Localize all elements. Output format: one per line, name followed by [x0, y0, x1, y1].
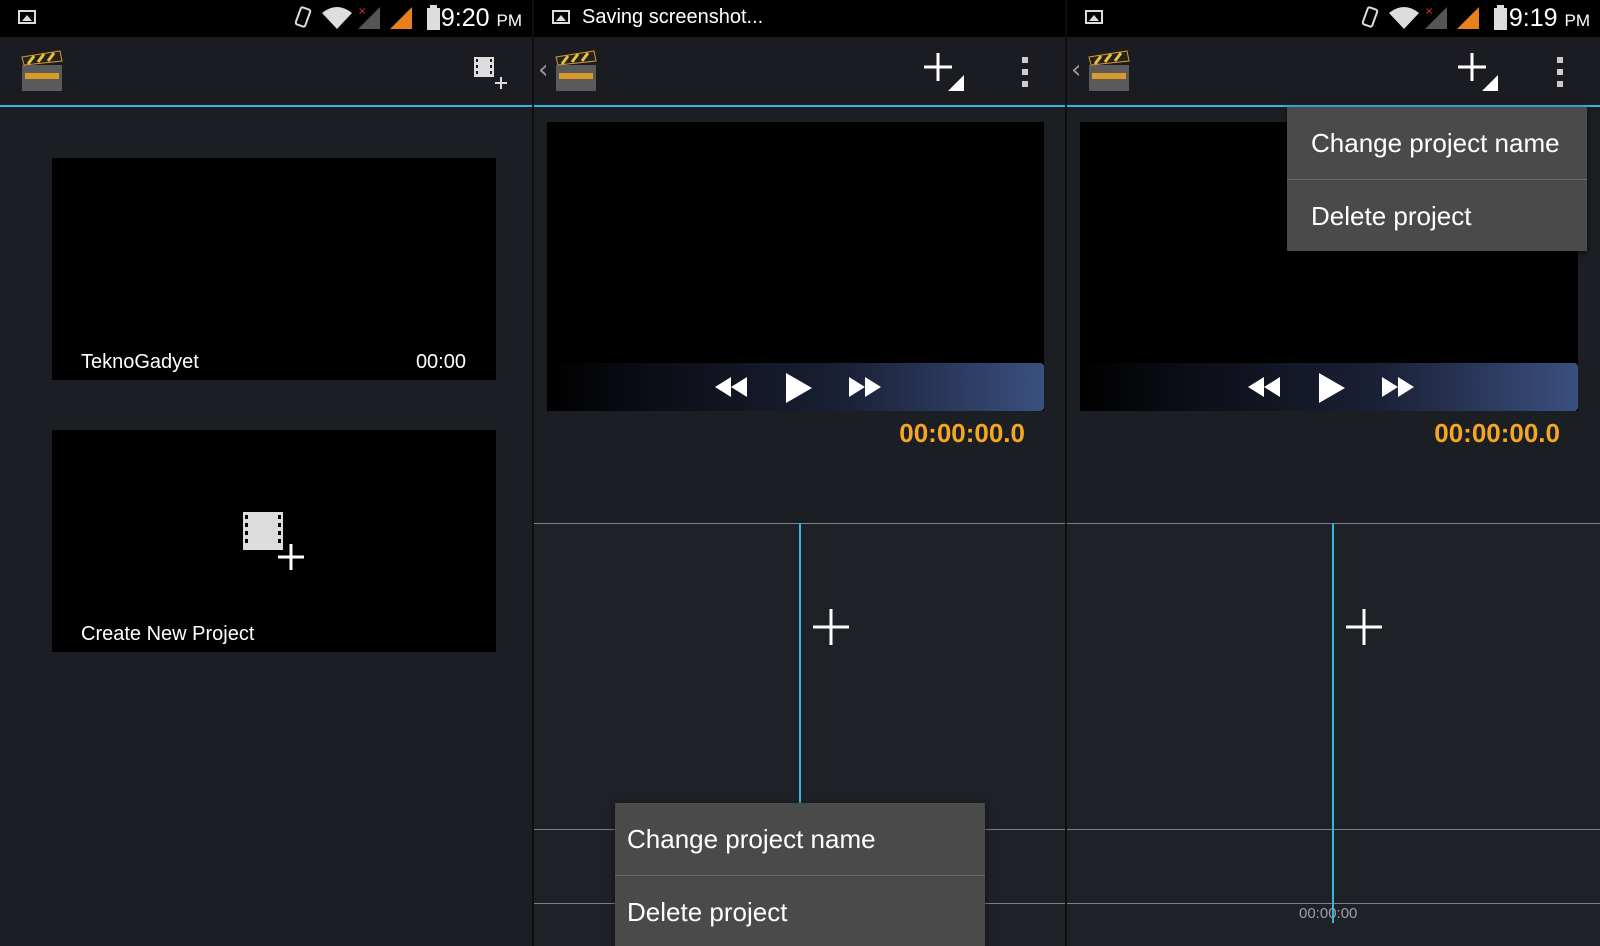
new-project-icon: [243, 512, 304, 570]
delete-project-item[interactable]: Delete project: [1287, 179, 1587, 252]
vibrate-icon: [1361, 6, 1379, 28]
signal-icon: ×: [358, 6, 380, 29]
overflow-menu-icon[interactable]: [1020, 55, 1030, 89]
overflow-menu-icon[interactable]: [1555, 55, 1565, 89]
svg-text:×: ×: [1425, 6, 1433, 17]
player-controls: [547, 363, 1044, 411]
add-media-icon[interactable]: [922, 51, 966, 93]
back-chevron-icon[interactable]: ‹: [538, 55, 548, 85]
editor-screen: Saving screenshot... ‹ 00:00:00.0 Change…: [534, 0, 1065, 946]
fast-forward-icon[interactable]: [1380, 373, 1416, 401]
playhead[interactable]: [799, 523, 801, 803]
fast-forward-icon[interactable]: [847, 373, 883, 401]
overflow-menu: Change project name Delete project: [1287, 107, 1587, 251]
action-bar: ‹: [1067, 37, 1600, 107]
signal-icon: ×: [1425, 6, 1447, 29]
play-icon[interactable]: [784, 373, 812, 403]
status-bar: × 9:20 PM: [0, 0, 532, 37]
status-icons: ×: [294, 6, 412, 29]
add-media-icon[interactable]: [474, 57, 508, 89]
signal-icon-2: [390, 7, 412, 29]
project-duration: 00:00: [415, 351, 466, 373]
battery-icon: [427, 5, 440, 30]
status-icons: ×: [1361, 6, 1479, 29]
wifi-icon: [1389, 7, 1419, 29]
context-menu: Change project name Delete project: [615, 803, 985, 946]
add-clip-icon[interactable]: [811, 607, 851, 647]
project-card[interactable]: TeknoGadyet 00:00: [52, 158, 496, 380]
player-controls: [1080, 363, 1578, 411]
wifi-icon: [322, 7, 352, 29]
action-bar: ‹: [534, 37, 1065, 107]
delete-project-item[interactable]: Delete project: [615, 875, 985, 946]
create-project-label: Create New Project: [81, 623, 255, 645]
status-bar: Saving screenshot...: [534, 0, 1065, 37]
play-icon[interactable]: [1317, 373, 1345, 403]
change-project-name-item[interactable]: Change project name: [1287, 107, 1587, 179]
timeline-time-label: 00:00:00: [1299, 905, 1358, 922]
timecode: 00:00:00.0: [899, 418, 1025, 448]
add-media-icon[interactable]: [1456, 51, 1500, 93]
status-bar: × 9:19 PM: [1067, 0, 1600, 37]
app-logo-icon[interactable]: [554, 49, 598, 93]
back-chevron-icon[interactable]: ‹: [1071, 55, 1081, 85]
create-project-card[interactable]: Create New Project: [52, 430, 496, 652]
battery-icon: [1494, 5, 1507, 30]
timeline[interactable]: 00:00:00: [1067, 523, 1600, 946]
video-preview[interactable]: [547, 122, 1044, 411]
rewind-icon[interactable]: [1246, 373, 1282, 401]
signal-icon-2: [1457, 7, 1479, 29]
action-bar: [0, 37, 532, 107]
status-time: 9:19 PM: [1508, 4, 1590, 32]
add-clip-icon[interactable]: [1344, 607, 1384, 647]
svg-text:×: ×: [358, 6, 366, 17]
project-name: TeknoGadyet: [81, 351, 199, 373]
editor-screen-menu-open: × 9:19 PM ‹ 00:00:00.0 00:00:00 Change p…: [1067, 0, 1600, 946]
status-notification: Saving screenshot...: [582, 6, 764, 28]
change-project-name-item[interactable]: Change project name: [615, 803, 985, 875]
timecode: 00:00:00.0: [1434, 418, 1560, 448]
app-logo-icon[interactable]: [1087, 49, 1131, 93]
project-list-screen: × 9:20 PM TeknoGadyet 00:00 Create New P…: [0, 0, 532, 946]
vibrate-icon: [294, 6, 312, 28]
picture-icon: [552, 10, 570, 24]
status-time: 9:20 PM: [440, 4, 522, 32]
rewind-icon[interactable]: [713, 373, 749, 401]
app-logo-icon[interactable]: [20, 49, 64, 93]
picture-icon: [1085, 10, 1103, 24]
picture-icon: [18, 10, 36, 24]
playhead[interactable]: [1332, 523, 1334, 923]
